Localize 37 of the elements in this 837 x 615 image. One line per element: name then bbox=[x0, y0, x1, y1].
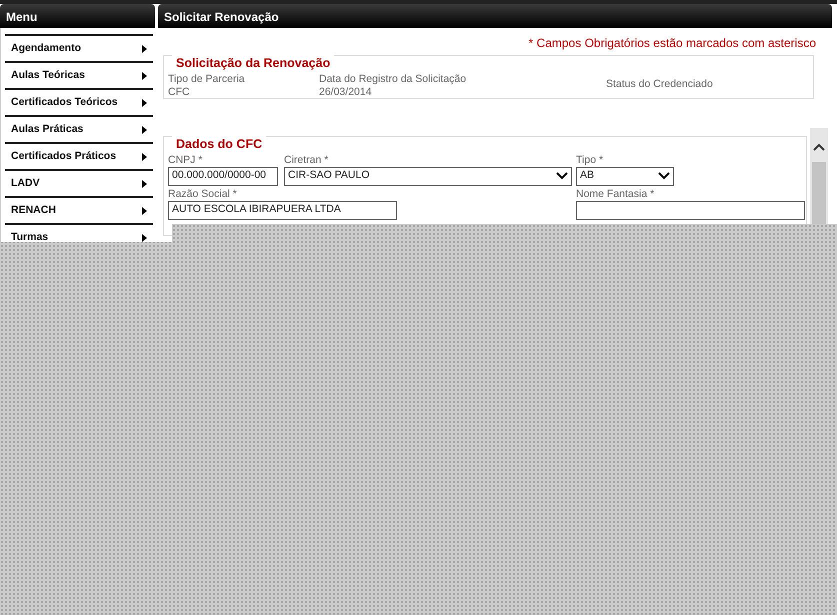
field-label: Ciretran * bbox=[284, 154, 328, 166]
menu-item[interactable]: Certificados Teóricos bbox=[5, 88, 153, 115]
field-value: 26/03/2014 bbox=[319, 86, 372, 98]
field-label: Razão Social * bbox=[168, 188, 237, 200]
caret-icon bbox=[142, 98, 147, 106]
panel-header: Solicitar Renovação bbox=[158, 4, 832, 28]
menu-item[interactable]: Aulas Teóricas bbox=[5, 61, 153, 88]
field-value: CFC bbox=[168, 86, 190, 98]
caret-icon bbox=[142, 44, 147, 52]
scroll-up-icon[interactable] bbox=[813, 143, 825, 151]
required-fields-note: * Campos Obrigatórios estão marcados com asterisco bbox=[528, 36, 816, 50]
select-field[interactable]: CIR-SAO PAULO bbox=[284, 166, 572, 186]
menu-item[interactable]: Agendamento bbox=[5, 34, 153, 61]
menu-header: Menu bbox=[0, 4, 155, 28]
caret-icon bbox=[142, 152, 147, 160]
menu-item[interactable]: LADV bbox=[5, 169, 153, 196]
caret-icon bbox=[142, 72, 147, 80]
chevron-down-icon bbox=[556, 172, 568, 180]
field-label: Data do Registro da Solicitação bbox=[319, 72, 466, 86]
input-field[interactable]: 00.000.000/0000-00 bbox=[168, 166, 278, 186]
caret-icon bbox=[142, 206, 147, 214]
field-label: Status do Credenciado bbox=[606, 78, 713, 91]
caret-icon bbox=[142, 234, 147, 242]
input-field[interactable] bbox=[576, 200, 805, 220]
select-field[interactable]: AB bbox=[576, 166, 674, 186]
menu-item[interactable]: Certificados Práticos bbox=[5, 142, 153, 169]
field-label: Tipo * bbox=[576, 154, 604, 166]
input-field[interactable]: AUTO ESCOLA IBIRAPUERA LTDA bbox=[168, 200, 397, 220]
menu-item[interactable]: Aulas Práticas bbox=[5, 115, 153, 142]
caret-icon bbox=[142, 180, 147, 188]
section-legend: Solicitação da Renovação bbox=[172, 54, 334, 72]
menu-item[interactable]: RENACH bbox=[5, 196, 153, 223]
field-label: CNPJ * bbox=[168, 154, 202, 166]
field-label: Nome Fantasia * bbox=[576, 188, 654, 200]
field-label: Tipo de Parceria bbox=[168, 72, 245, 86]
caret-icon bbox=[142, 126, 147, 134]
chevron-down-icon bbox=[658, 172, 670, 180]
